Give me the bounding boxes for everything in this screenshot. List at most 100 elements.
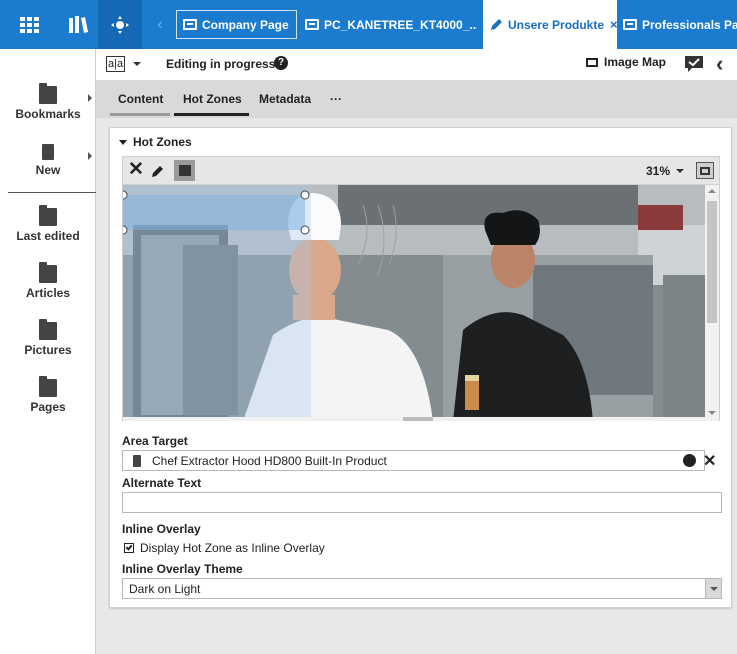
tab-pc-kanetree[interactable]: PC_KANETREE_KT4000_... [299,10,477,39]
sidebar-item-label: Pictures [24,343,72,357]
tab-content[interactable]: Content [118,92,163,106]
library-icon [69,15,88,33]
checkbox-checked-icon[interactable] [124,543,134,553]
app-grid-button[interactable] [0,0,58,49]
hot-zone-image-area[interactable] [122,185,720,421]
product-icon [133,454,141,467]
search-folder-icon [39,319,57,340]
sidebar: Bookmarks New Last edited Articles Pictu… [0,49,96,654]
sidebar-item-label: New [35,163,61,177]
help-icon[interactable]: ? [274,56,288,70]
browse-button[interactable] [98,0,142,49]
tab-company-page[interactable]: Company Page [176,10,297,39]
scroll-thumb[interactable] [403,417,433,421]
area-target-value: Chef Extractor Hood HD800 Built-In Produ… [152,453,387,468]
new-document-icon [42,144,54,160]
language-icon: a|a [106,56,126,72]
select-zone-button[interactable] [174,160,195,181]
zoom-selector[interactable]: 31% [646,164,685,178]
inline-overlay-label: Inline Overlay [122,522,201,536]
image-map-button[interactable]: Image Map [586,55,666,69]
collapse-triangle-icon [119,139,127,145]
page-icon [623,19,637,30]
chevron-right-icon [88,152,92,160]
scroll-thumb[interactable] [707,201,717,323]
area-target-field[interactable]: Chef Extractor Hood HD800 Built-In Produ… [122,450,705,471]
close-tab-button[interactable]: × [610,17,617,32]
chevron-right-icon [88,94,92,102]
sidebar-item-pictures[interactable]: Pictures [0,319,96,357]
sidebar-item-pages[interactable]: Pages [0,376,96,414]
search-folder-icon [39,205,57,226]
globe-icon[interactable] [683,454,696,467]
tabs-scroll-left[interactable]: ‹ [150,0,170,49]
compass-icon [111,15,129,34]
hot-zones-panel: Hot Zones ✕ 31% Area Target Chef Extract… [109,127,732,608]
sidebar-item-label: Articles [25,286,71,300]
tab-label: PC_KANETREE_KT4000_... [324,17,477,32]
inline-overlay-theme-value: Dark on Light [129,581,201,596]
tab-professionals-page[interactable]: Professionals Pag [617,10,737,39]
bookmark-folder-icon [39,83,57,104]
tab-label: Professionals Pag [642,17,737,32]
page-icon [305,19,319,30]
delete-zone-button[interactable]: ✕ [128,159,144,181]
approve-comment-icon[interactable] [684,55,704,73]
area-target-label: Area Target [122,434,188,448]
image-toolbar: ✕ 31% [122,156,720,185]
sidebar-item-label: Bookmarks [15,107,81,121]
search-folder-icon [39,262,57,283]
scroll-down-arrow[interactable] [708,411,716,415]
horizontal-scrollbar[interactable] [123,417,707,421]
chevron-left-icon: ‹ [157,15,163,33]
status-text: Editing in progress [166,57,276,71]
kitchen-photo [123,185,719,421]
more-tabs-button[interactable]: ··· [330,92,342,106]
active-tab-indicator [174,113,249,116]
inline-overlay-checkbox-label: Display Hot Zone as Inline Overlay [140,541,325,555]
language-selector[interactable]: a|a [106,56,142,72]
zone-icon [178,165,191,176]
tab-metadata[interactable]: Metadata [259,92,311,106]
sidebar-item-articles[interactable]: Articles [0,262,96,300]
top-bar: ‹ Company Page PC_KANETREE_KT4000_... Un… [0,0,737,49]
grid-icon [19,16,39,33]
tab-hot-zones[interactable]: Hot Zones [183,92,242,106]
sidebar-item-bookmarks[interactable]: Bookmarks [0,83,96,121]
inline-overlay-theme-label: Inline Overlay Theme [122,562,243,576]
library-button[interactable] [58,0,98,49]
tab-label: Unsere Produkte [508,17,605,32]
tab-unsere-produkte[interactable]: Unsere Produkte × [483,0,617,49]
sidebar-item-label: Pages [30,400,66,414]
fit-image-button[interactable] [696,162,714,179]
alternate-text-label: Alternate Text [122,476,202,490]
image-map-icon [586,57,598,67]
scroll-up-arrow[interactable] [708,189,716,193]
chevron-down-icon [133,62,142,66]
dropdown-button[interactable] [705,579,721,598]
image-map-label: Image Map [604,55,667,69]
zoom-value: 31% [646,164,671,178]
editor-header: a|a Editing in progress ? Image Map ‹ [96,49,737,80]
page-icon [183,19,197,30]
vertical-scrollbar[interactable] [705,185,719,421]
content-tab-indicator [110,113,170,116]
pencil-icon[interactable] [151,164,165,178]
section-header[interactable]: Hot Zones [119,135,192,149]
search-folder-icon [39,376,57,397]
fit-icon [700,166,710,175]
sidebar-item-last-edited[interactable]: Last edited [0,205,96,243]
clear-area-target-button[interactable]: ✕ [703,451,716,471]
tab-label: Company Page [202,17,289,32]
alternate-text-input[interactable] [122,492,722,513]
inline-overlay-theme-select[interactable]: Dark on Light [122,578,722,599]
pencil-icon [491,18,502,30]
chevron-down-icon [676,169,685,173]
sidebar-item-label: Last edited [16,229,80,243]
chevron-down-icon [709,586,718,591]
editor-subtabs: Content Hot Zones Metadata ··· [96,80,737,118]
inline-overlay-checkbox-row[interactable]: Display Hot Zone as Inline Overlay [124,541,325,555]
collapse-panel-button[interactable]: ‹ [716,51,723,77]
sidebar-divider [8,192,96,193]
sidebar-item-new[interactable]: New [0,144,96,177]
